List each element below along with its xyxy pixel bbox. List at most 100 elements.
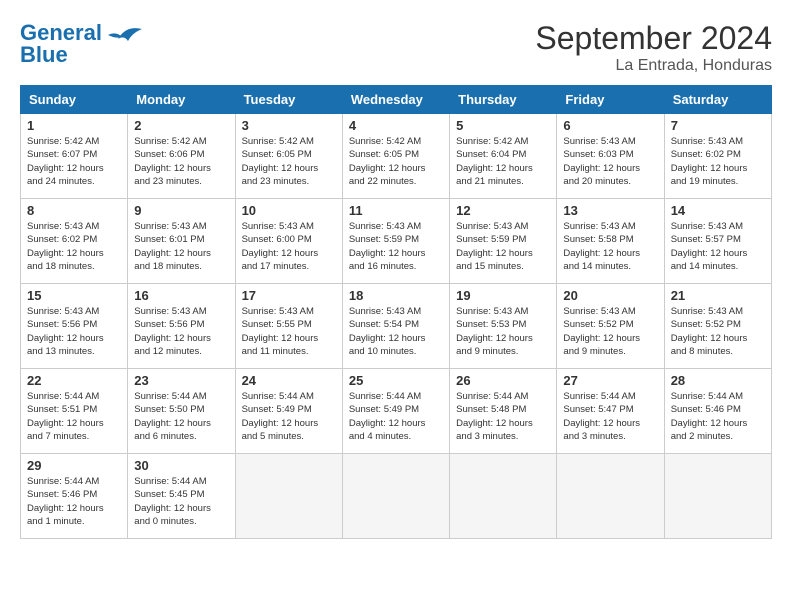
calendar-cell: 22 Sunrise: 5:44 AMSunset: 5:51 PMDayligh… (21, 369, 128, 454)
logo-bird-icon (108, 23, 144, 45)
day-number: 21 (671, 288, 765, 303)
day-info: Sunrise: 5:42 AMSunset: 6:04 PMDaylight:… (456, 135, 550, 188)
col-wednesday: Wednesday (342, 86, 449, 114)
week-row-4: 22 Sunrise: 5:44 AMSunset: 5:51 PMDayligh… (21, 369, 772, 454)
day-number: 18 (349, 288, 443, 303)
calendar-cell: 10 Sunrise: 5:43 AMSunset: 6:00 PMDayligh… (235, 199, 342, 284)
calendar-cell: 11Sunrise: 5:43 AMSunset: 5:59 PMDayligh… (342, 199, 449, 284)
week-row-2: 8 Sunrise: 5:43 AMSunset: 6:02 PMDaylight… (21, 199, 772, 284)
day-number: 27 (563, 373, 657, 388)
day-info: Sunrise: 5:43 AMSunset: 6:01 PMDaylight:… (134, 220, 228, 273)
calendar-cell (664, 454, 771, 539)
day-info: Sunrise: 5:44 AMSunset: 5:45 PMDaylight:… (134, 475, 228, 528)
day-number: 7 (671, 118, 765, 133)
calendar-subtitle: La Entrada, Honduras (535, 57, 772, 75)
col-sunday: Sunday (21, 86, 128, 114)
title-block: September 2024 La Entrada, Honduras (535, 20, 772, 75)
day-number: 5 (456, 118, 550, 133)
day-info: Sunrise: 5:43 AMSunset: 6:00 PMDaylight:… (242, 220, 336, 273)
calendar-cell: 27 Sunrise: 5:44 AMSunset: 5:47 PMDayligh… (557, 369, 664, 454)
week-row-1: 1 Sunrise: 5:42 AMSunset: 6:07 PMDaylight… (21, 114, 772, 199)
day-number: 10 (242, 203, 336, 218)
calendar-table: Sunday Monday Tuesday Wednesday Thursday… (20, 85, 772, 539)
calendar-cell: 9 Sunrise: 5:43 AMSunset: 6:01 PMDaylight… (128, 199, 235, 284)
calendar-cell: 14Sunrise: 5:43 AMSunset: 5:57 PMDayligh… (664, 199, 771, 284)
day-number: 28 (671, 373, 765, 388)
calendar-cell: 4 Sunrise: 5:42 AMSunset: 6:05 PMDaylight… (342, 114, 449, 199)
calendar-cell (342, 454, 449, 539)
day-info: Sunrise: 5:44 AMSunset: 5:49 PMDaylight:… (349, 390, 443, 443)
col-thursday: Thursday (450, 86, 557, 114)
calendar-cell: 17Sunrise: 5:43 AMSunset: 5:55 PMDayligh… (235, 284, 342, 369)
calendar-cell: 24 Sunrise: 5:44 AMSunset: 5:49 PMDayligh… (235, 369, 342, 454)
calendar-cell: 28 Sunrise: 5:44 AMSunset: 5:46 PMDayligh… (664, 369, 771, 454)
day-info: Sunrise: 5:43 AMSunset: 6:02 PMDaylight:… (27, 220, 121, 273)
calendar-cell: 6Sunrise: 5:43 AMSunset: 6:03 PMDaylight… (557, 114, 664, 199)
day-number: 1 (27, 118, 121, 133)
calendar-cell: 25 Sunrise: 5:44 AMSunset: 5:49 PMDayligh… (342, 369, 449, 454)
day-info: Sunrise: 5:42 AMSunset: 6:05 PMDaylight:… (242, 135, 336, 188)
day-info: Sunrise: 5:43 AMSunset: 5:53 PMDaylight:… (456, 305, 550, 358)
logo: General Blue (20, 20, 144, 68)
day-info: Sunrise: 5:43 AMSunset: 5:56 PMDaylight:… (27, 305, 121, 358)
day-number: 8 (27, 203, 121, 218)
calendar-cell: 3Sunrise: 5:42 AMSunset: 6:05 PMDaylight… (235, 114, 342, 199)
day-info: Sunrise: 5:43 AMSunset: 6:03 PMDaylight:… (563, 135, 657, 188)
day-info: Sunrise: 5:42 AMSunset: 6:05 PMDaylight:… (349, 135, 443, 188)
day-info: Sunrise: 5:42 AMSunset: 6:07 PMDaylight:… (27, 135, 121, 188)
day-info: Sunrise: 5:43 AMSunset: 5:55 PMDaylight:… (242, 305, 336, 358)
day-number: 30 (134, 458, 228, 473)
calendar-cell: 8 Sunrise: 5:43 AMSunset: 6:02 PMDaylight… (21, 199, 128, 284)
calendar-cell: 12 Sunrise: 5:43 AMSunset: 5:59 PMDayligh… (450, 199, 557, 284)
day-number: 15 (27, 288, 121, 303)
day-info: Sunrise: 5:44 AMSunset: 5:46 PMDaylight:… (27, 475, 121, 528)
day-info: Sunrise: 5:43 AMSunset: 6:02 PMDaylight:… (671, 135, 765, 188)
day-info: Sunrise: 5:42 AMSunset: 6:06 PMDaylight:… (134, 135, 228, 188)
calendar-cell: 2 Sunrise: 5:42 AMSunset: 6:06 PMDaylight… (128, 114, 235, 199)
day-info: Sunrise: 5:44 AMSunset: 5:48 PMDaylight:… (456, 390, 550, 443)
day-number: 16 (134, 288, 228, 303)
calendar-cell: 30 Sunrise: 5:44 AMSunset: 5:45 PMDayligh… (128, 454, 235, 539)
calendar-cell: 5 Sunrise: 5:42 AMSunset: 6:04 PMDaylight… (450, 114, 557, 199)
day-number: 29 (27, 458, 121, 473)
day-info: Sunrise: 5:44 AMSunset: 5:49 PMDaylight:… (242, 390, 336, 443)
col-saturday: Saturday (664, 86, 771, 114)
calendar-cell: 18 Sunrise: 5:43 AMSunset: 5:54 PMDayligh… (342, 284, 449, 369)
calendar-cell: 1 Sunrise: 5:42 AMSunset: 6:07 PMDaylight… (21, 114, 128, 199)
calendar-cell (450, 454, 557, 539)
day-number: 23 (134, 373, 228, 388)
page-header: General Blue September 2024 La Entrada, … (20, 20, 772, 75)
col-monday: Monday (128, 86, 235, 114)
day-number: 24 (242, 373, 336, 388)
day-info: Sunrise: 5:44 AMSunset: 5:46 PMDaylight:… (671, 390, 765, 443)
calendar-cell (235, 454, 342, 539)
day-number: 4 (349, 118, 443, 133)
day-info: Sunrise: 5:44 AMSunset: 5:50 PMDaylight:… (134, 390, 228, 443)
day-info: Sunrise: 5:44 AMSunset: 5:47 PMDaylight:… (563, 390, 657, 443)
calendar-cell: 29 Sunrise: 5:44 AMSunset: 5:46 PMDayligh… (21, 454, 128, 539)
col-tuesday: Tuesday (235, 86, 342, 114)
day-info: Sunrise: 5:44 AMSunset: 5:51 PMDaylight:… (27, 390, 121, 443)
calendar-cell: 19Sunrise: 5:43 AMSunset: 5:53 PMDayligh… (450, 284, 557, 369)
calendar-header-row: Sunday Monday Tuesday Wednesday Thursday… (21, 86, 772, 114)
day-info: Sunrise: 5:43 AMSunset: 5:59 PMDaylight:… (349, 220, 443, 273)
day-info: Sunrise: 5:43 AMSunset: 5:52 PMDaylight:… (563, 305, 657, 358)
col-friday: Friday (557, 86, 664, 114)
day-number: 12 (456, 203, 550, 218)
day-info: Sunrise: 5:43 AMSunset: 5:54 PMDaylight:… (349, 305, 443, 358)
week-row-3: 15 Sunrise: 5:43 AMSunset: 5:56 PMDayligh… (21, 284, 772, 369)
day-info: Sunrise: 5:43 AMSunset: 5:52 PMDaylight:… (671, 305, 765, 358)
calendar-title: September 2024 (535, 20, 772, 57)
day-number: 13 (563, 203, 657, 218)
day-number: 2 (134, 118, 228, 133)
day-number: 9 (134, 203, 228, 218)
day-info: Sunrise: 5:43 AMSunset: 5:57 PMDaylight:… (671, 220, 765, 273)
calendar-cell: 26Sunrise: 5:44 AMSunset: 5:48 PMDayligh… (450, 369, 557, 454)
day-number: 25 (349, 373, 443, 388)
calendar-cell: 21 Sunrise: 5:43 AMSunset: 5:52 PMDayligh… (664, 284, 771, 369)
calendar-cell: 20Sunrise: 5:43 AMSunset: 5:52 PMDayligh… (557, 284, 664, 369)
logo-blue: Blue (20, 42, 68, 68)
day-number: 22 (27, 373, 121, 388)
day-info: Sunrise: 5:43 AMSunset: 5:59 PMDaylight:… (456, 220, 550, 273)
calendar-cell: 23 Sunrise: 5:44 AMSunset: 5:50 PMDayligh… (128, 369, 235, 454)
